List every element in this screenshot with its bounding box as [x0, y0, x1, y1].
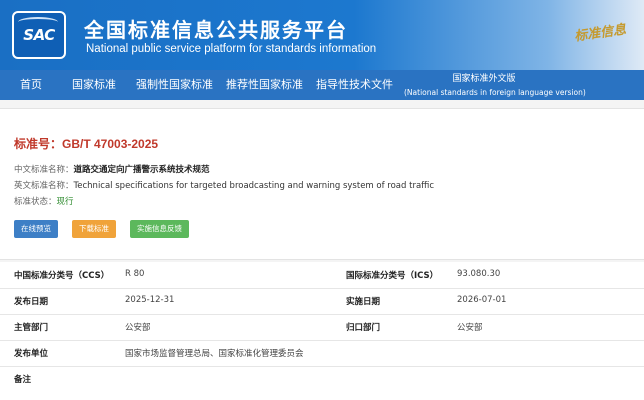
sac-logo[interactable]: SAC [12, 11, 66, 59]
en-name-value: Technical specifications for targeted br… [73, 181, 435, 191]
impl-date-label: 实施日期 [346, 297, 381, 307]
main-nav: 首页 国家标准 强制性国家标准 推荐性国家标准 指导性技术文件 国家标准外文版 … [0, 70, 644, 100]
publish-date-label: 发布日期 [14, 297, 49, 307]
nav-home[interactable]: 首页 [20, 70, 42, 100]
ics-value: 93.080.30 [457, 269, 501, 279]
nav-recommended-standards[interactable]: 推荐性国家标准 [226, 70, 303, 100]
site-title-en: National public service platform for sta… [86, 43, 377, 55]
implementation-feedback-button[interactable]: 实施信息反馈 [130, 220, 189, 238]
en-name-row: 英文标准名称：Technical specifications for targ… [14, 179, 434, 191]
issuer-label: 发布单位 [14, 349, 49, 359]
status-label: 标准状态： [14, 197, 57, 207]
dept-value: 公安部 [125, 323, 151, 333]
logo-text: SAC [23, 26, 55, 44]
nav-mandatory-standards[interactable]: 强制性国家标准 [136, 70, 213, 100]
note-label: 备注 [14, 375, 32, 385]
nav-foreign-language[interactable]: 国家标准外文版 (National standards in foreign l… [404, 73, 586, 103]
nav-guiding-documents[interactable]: 指导性技术文件 [316, 70, 393, 100]
table-row: 备注 [0, 366, 644, 392]
table-row: 发布日期 2025-12-31 实施日期 2026-07-01 [0, 288, 644, 315]
site-header: SAC 全国标准信息公共服务平台 National public service… [0, 0, 644, 70]
table-row: 主管部门 公安部 归口部门 公安部 [0, 314, 644, 341]
nav-foreign-label-cn: 国家标准外文版 [452, 74, 516, 84]
central-dept-value: 公安部 [457, 323, 483, 333]
ccs-label: 中国标准分类号（CCS） [14, 271, 110, 281]
cn-name-value: 道路交通定向广播警示系统技术规范 [73, 165, 210, 175]
cn-name-row: 中文标准名称：道路交通定向广播警示系统技术规范 [14, 163, 210, 175]
calligraphy-decoration: 标准信息 [573, 22, 628, 45]
cn-name-label: 中文标准名称： [14, 165, 74, 175]
standard-details-table: 中国标准分类号（CCS） R 80 国际标准分类号（ICS） 93.080.30… [0, 262, 644, 400]
issuer-value: 国家市场监督管理总局、国家标准化管理委员会 [125, 349, 304, 359]
nav-foreign-label-en: (National standards in foreign language … [404, 88, 586, 97]
impl-date-value: 2026-07-01 [457, 295, 507, 305]
central-dept-label: 归口部门 [346, 323, 381, 333]
en-name-label: 英文标准名称： [14, 181, 74, 191]
ics-label: 国际标准分类号（ICS） [346, 271, 439, 281]
online-preview-button[interactable]: 在线预览 [14, 220, 58, 238]
publish-date-value: 2025-12-31 [125, 295, 175, 305]
site-title-cn: 全国标准信息公共服务平台 [84, 18, 348, 42]
nav-national-standards[interactable]: 国家标准 [72, 70, 116, 100]
ccs-value: R 80 [125, 269, 145, 279]
status-value: 现行 [56, 197, 74, 207]
standard-number: 标准号：GB/T 47003-2025 [14, 137, 159, 151]
table-row: 发布单位 国家市场监督管理总局、国家标准化管理委员会 [0, 340, 644, 367]
dept-label: 主管部门 [14, 323, 49, 333]
download-standard-button[interactable]: 下载标准 [72, 220, 116, 238]
table-row: 中国标准分类号（CCS） R 80 国际标准分类号（ICS） 93.080.30 [0, 262, 644, 289]
status-row: 标准状态：现行 [14, 195, 74, 207]
